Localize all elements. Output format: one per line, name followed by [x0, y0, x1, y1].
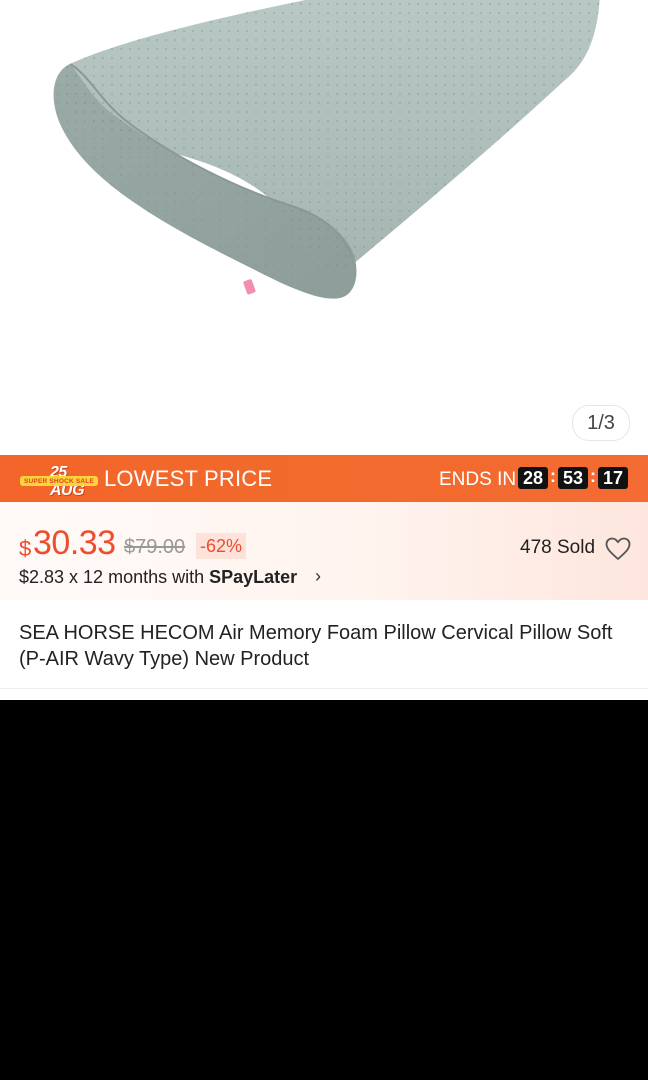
- price-section: $ 30.33 $79.00 -62% $2.83 x 12 months wi…: [0, 502, 648, 600]
- product-image-gallery[interactable]: 1/3: [0, 0, 648, 455]
- ends-in-label: ENDS IN: [439, 469, 517, 490]
- discount-badge: -62%: [196, 533, 247, 559]
- timer-separator: :: [550, 466, 556, 486]
- chevron-right-icon[interactable]: ›: [315, 566, 321, 587]
- flash-sale-bar[interactable]: 25 AUG SUPER SHOCK SALE LOWEST PRICE END…: [0, 455, 648, 502]
- original-price: $79.00: [124, 536, 186, 558]
- timer-separator: :: [590, 466, 596, 486]
- sold-count: 478 Sold: [520, 537, 596, 558]
- product-page: 1/3 25 AUG SUPER SHOCK SALE LOWEST PRICE…: [0, 0, 648, 700]
- installment-provider: SPayLater: [209, 567, 298, 587]
- installment-text: $2.83 x 12 months with: [19, 567, 210, 587]
- current-price: 30.33: [33, 524, 116, 562]
- installment-link[interactable]: $2.83 x 12 months with SPayLater: [19, 567, 297, 588]
- product-image: [53, 0, 600, 299]
- flash-sale-label: LOWEST PRICE: [104, 466, 273, 491]
- timer-minutes: 53: [558, 467, 588, 489]
- product-title: SEA HORSE HECOM Air Memory Foam Pillow C…: [19, 622, 613, 670]
- heart-outline-icon[interactable]: [605, 537, 631, 561]
- timer-seconds: 17: [598, 467, 628, 489]
- timer-hours: 28: [518, 467, 548, 489]
- campaign-tag: SUPER SHOCK SALE: [20, 476, 98, 486]
- product-title-section: SEA HORSE HECOM Air Memory Foam Pillow C…: [0, 600, 648, 689]
- image-counter: 1/3: [572, 405, 630, 441]
- currency-symbol: $: [19, 536, 32, 561]
